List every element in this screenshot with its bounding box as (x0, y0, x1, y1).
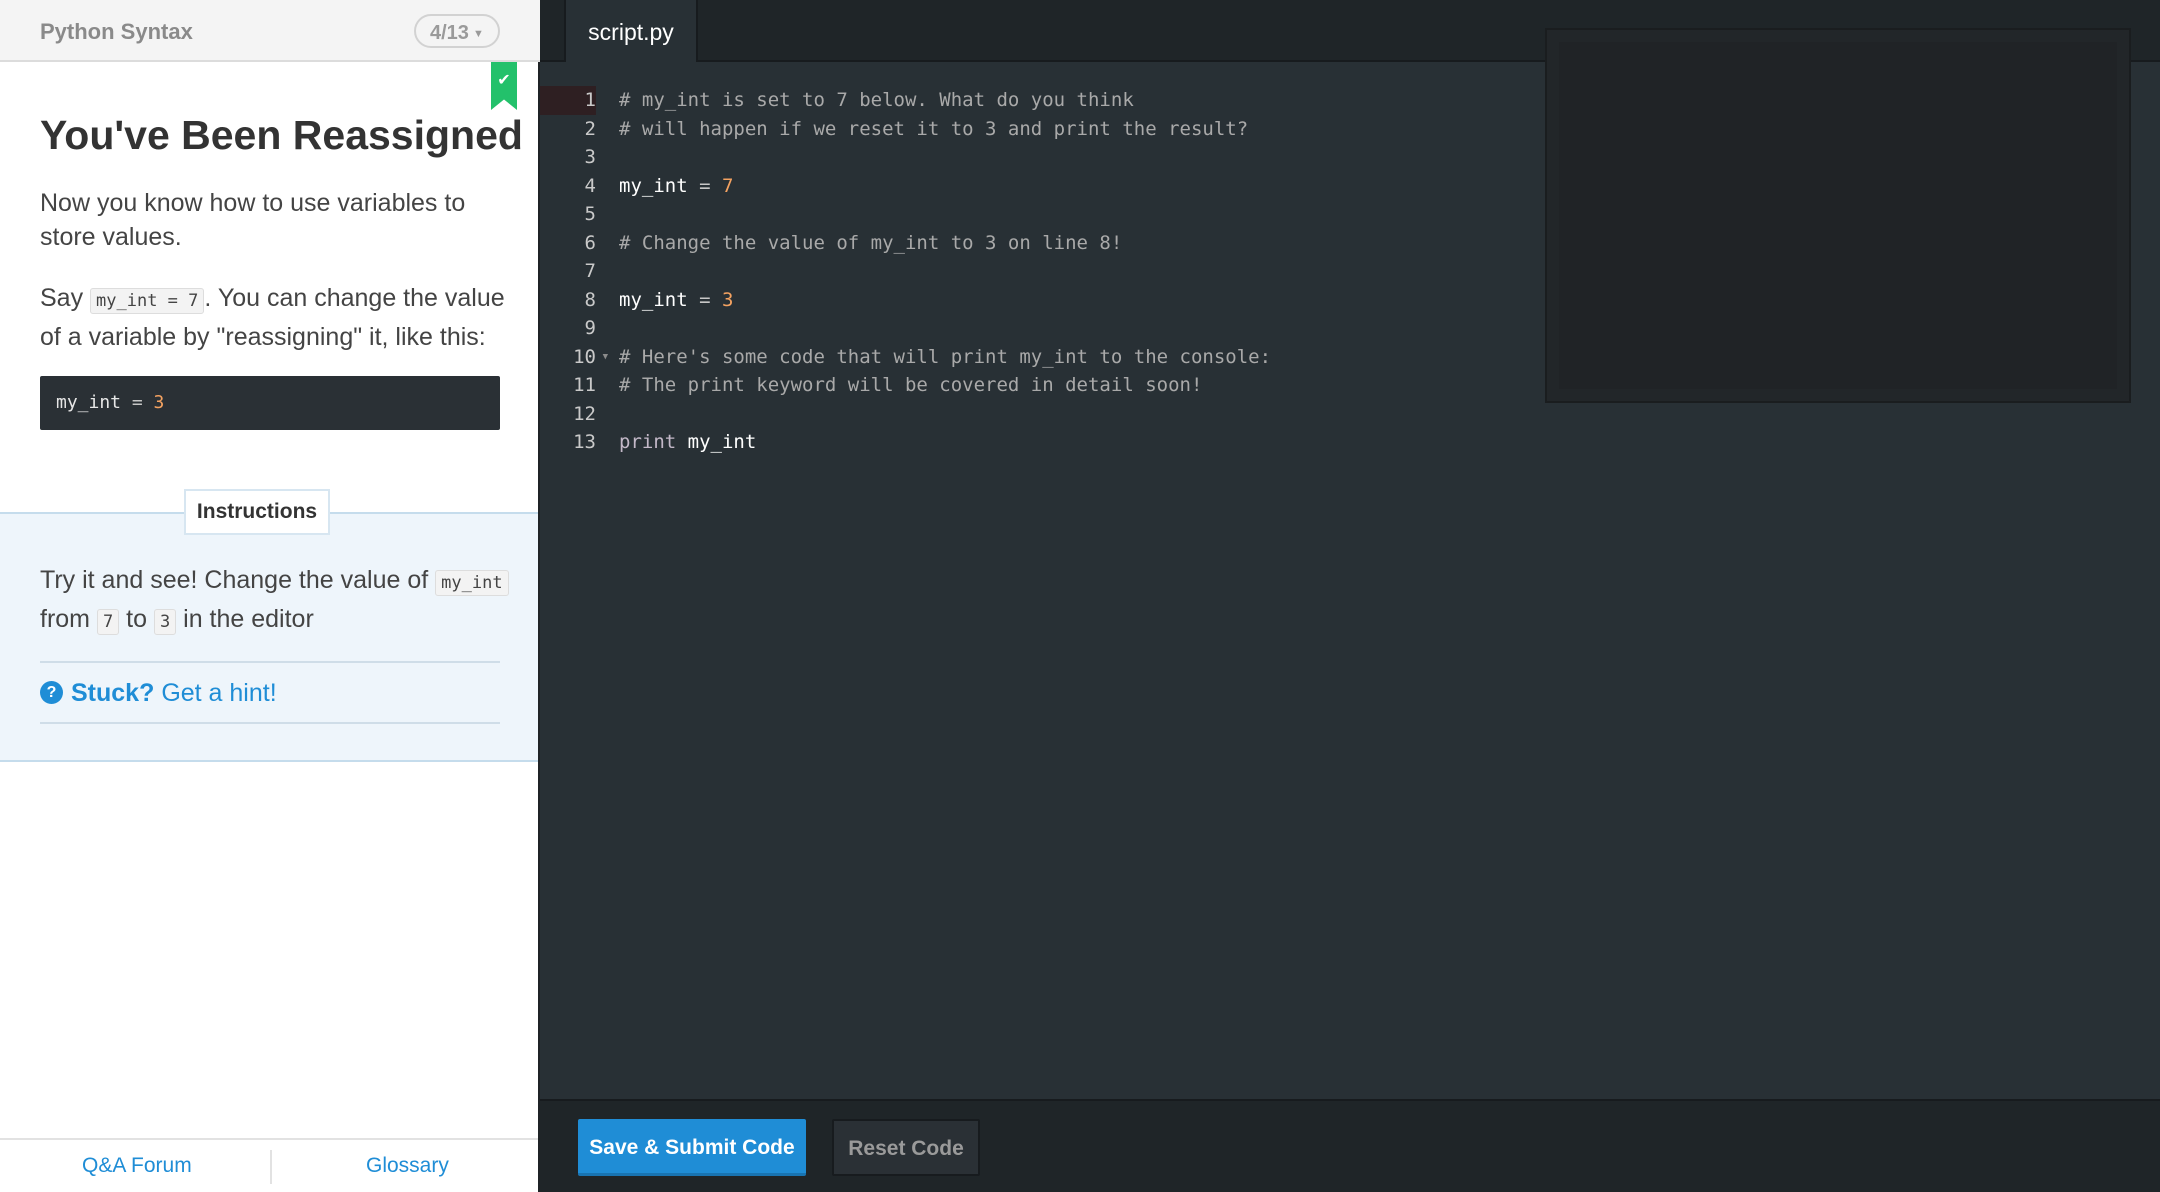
reset-code-button[interactable]: Reset Code (832, 1119, 980, 1176)
completed-bookmark-icon: ✔ (491, 62, 517, 110)
progress-dropdown[interactable]: 4/13 ▼ (414, 14, 500, 48)
line-number: 13 (573, 431, 596, 453)
lesson-paragraph-2: Say my_int = 7. You can change the value… (40, 280, 510, 355)
code-line[interactable]: # will happen if we reset it to 3 and pr… (619, 115, 1619, 144)
output-preview-panel (1545, 28, 2131, 403)
line-number: 10 (573, 345, 596, 368)
instructions-text: Try it and see! Change the value of my_i… (40, 562, 510, 640)
lesson-footer: Q&A Forum Glossary (0, 1138, 538, 1192)
code-example: my_int = 3 (40, 376, 500, 430)
instr-text-4: in the editor (176, 605, 314, 633)
code-line[interactable]: my_int = 3 (619, 286, 1619, 315)
code-line[interactable]: my_int = 7 (619, 172, 1619, 201)
inline-code: my_int (435, 570, 509, 596)
code-example-var: my_int (56, 392, 122, 413)
code-line[interactable]: print my_int (619, 428, 1619, 457)
code-line[interactable]: # Here's some code that will print my_in… (619, 343, 1619, 372)
code-line[interactable] (619, 257, 1619, 286)
code-line[interactable]: # my_int is set to 7 below. What do you … (619, 86, 1619, 115)
code-token: = (699, 174, 722, 197)
code-editor-panel: script.py 1 2 3 4 5 6 7 8 9 10 ▼ 11 12 13… (540, 0, 2160, 1192)
question-icon: ? (40, 681, 63, 704)
inline-code: 3 (153, 609, 177, 635)
save-submit-button[interactable]: Save & Submit Code (578, 1119, 806, 1176)
instructions-label: Instructions (184, 489, 330, 535)
code-token: my_int (619, 288, 700, 311)
code-token: 3 (721, 288, 734, 311)
code-example-value: 3 (153, 392, 165, 413)
get-hint-link[interactable]: Get a hint! (161, 679, 276, 707)
instr-text-3: to (119, 605, 154, 633)
line-number-fold[interactable]: 10 ▼ (540, 343, 608, 372)
line-number: 3 (584, 146, 596, 168)
course-title: Python Syntax (40, 19, 193, 44)
instr-text-1: Try it and see! Change the value of (40, 566, 436, 594)
lesson-header: Python Syntax 4/13 ▼ (0, 0, 540, 62)
stuck-label: Stuck? (71, 679, 155, 707)
code-line[interactable]: # The print keyword will be covered in d… (619, 371, 1619, 400)
code-line[interactable] (619, 143, 1619, 172)
code-token: = (699, 288, 722, 311)
line-number: 9 (584, 317, 596, 339)
tab-script-py[interactable]: script.py (564, 0, 698, 62)
qa-forum-link[interactable]: Q&A Forum (82, 1154, 192, 1178)
code-token: my_int (687, 431, 757, 453)
lesson-title: You've Been Reassigned (40, 112, 523, 158)
code-line[interactable] (619, 400, 1619, 429)
line-number: 6 (584, 231, 596, 254)
chevron-down-icon: ▼ (472, 28, 484, 40)
line-number: 11 (573, 374, 596, 396)
code-token: my_int (619, 174, 700, 197)
code-token: print (619, 431, 688, 453)
fold-arrow-icon[interactable]: ▼ (603, 343, 608, 372)
line-number-gutter: 1 2 3 4 5 6 7 8 9 10 ▼ 11 12 13 (540, 86, 608, 457)
output-preview-area (1559, 42, 2117, 389)
line-number: 4 (584, 174, 596, 197)
footer-divider (270, 1150, 272, 1184)
code-example-op: = (121, 392, 154, 413)
instr-text-2: from (40, 605, 97, 633)
line-number: 5 (584, 203, 596, 225)
editor-bottom-bar: Save & Submit Code Reset Code (540, 1099, 2160, 1192)
line-number: 2 (584, 117, 596, 140)
line-number: 8 (584, 288, 596, 311)
code-token: 7 (721, 174, 734, 197)
inline-code: my_int = 7 (90, 288, 205, 314)
hint-row[interactable]: ? Stuck? Get a hint! (40, 661, 500, 724)
lesson-panel: Python Syntax 4/13 ▼ ✔ You've Been Reassi… (0, 0, 540, 1192)
lesson-paragraph-1: Now you know how to use variables to sto… (40, 189, 466, 251)
code-area[interactable]: # my_int is set to 7 below. What do you … (619, 86, 1619, 457)
code-line[interactable] (619, 200, 1619, 229)
p2-text-before: Say (40, 284, 91, 312)
progress-label: 4/13 (430, 22, 469, 44)
line-number: 1 (540, 86, 596, 115)
line-number: 7 (584, 260, 596, 282)
glossary-link[interactable]: Glossary (366, 1154, 449, 1178)
code-line[interactable] (619, 314, 1619, 343)
inline-code: 7 (96, 609, 120, 635)
code-line[interactable]: # Change the value of my_int to 3 on lin… (619, 229, 1619, 258)
line-number: 12 (573, 402, 596, 425)
